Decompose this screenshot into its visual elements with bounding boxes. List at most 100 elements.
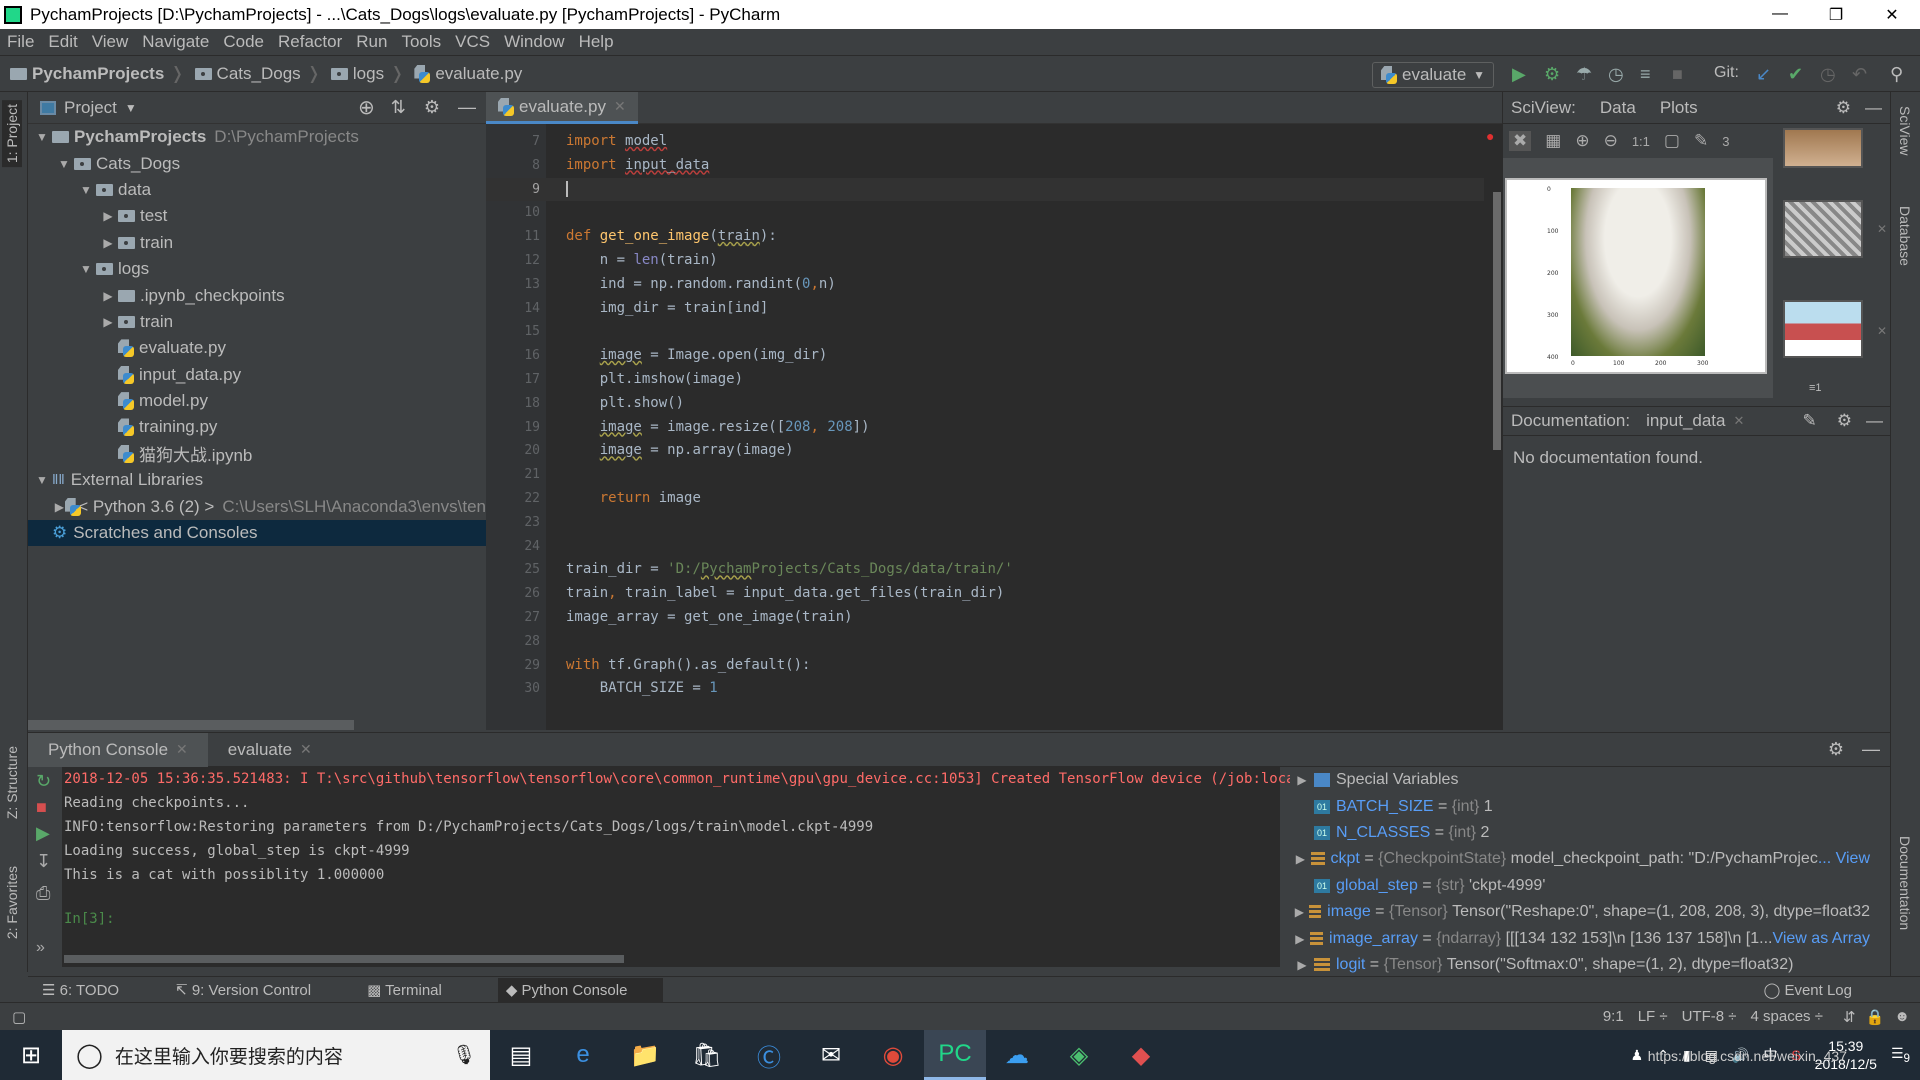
tool-tab-database[interactable]: Database: [1895, 202, 1915, 270]
profile-icon[interactable]: ◷: [1608, 64, 1624, 85]
git-app-icon[interactable]: ◆: [1110, 1030, 1172, 1080]
tree-item[interactable]: ⚙ Scratches and Consoles: [28, 519, 486, 547]
variable-row[interactable]: 01 N_CLASSES = {int} 2: [1290, 820, 1870, 846]
darcula-icon[interactable]: ▢: [1664, 131, 1680, 151]
tree-item[interactable]: ▼ data: [28, 177, 486, 203]
code-line[interactable]: 23: [486, 511, 1502, 535]
menu-help[interactable]: Help: [579, 32, 614, 52]
code-line[interactable]: 20 image = np.array(image): [486, 439, 1502, 463]
plot-thumbnail-3[interactable]: [1783, 300, 1863, 358]
notification-icon[interactable]: ☰9: [1891, 1045, 1910, 1065]
horizontal-scrollbar[interactable]: [64, 955, 624, 963]
run-icon[interactable]: ▶: [1512, 64, 1526, 85]
plot-thumbnail-1[interactable]: [1783, 128, 1863, 168]
collapsed-arrow-icon[interactable]: ▶: [98, 209, 118, 223]
execute-icon[interactable]: ▶: [36, 823, 50, 844]
file-encoding[interactable]: UTF-8 ÷: [1682, 1008, 1737, 1025]
minimize-button[interactable]: —: [1752, 5, 1808, 25]
panel-toggle-icon[interactable]: ▢: [12, 1008, 26, 1026]
code-line[interactable]: 9: [486, 177, 1502, 202]
indent-setting[interactable]: 4 spaces ÷: [1751, 1008, 1823, 1025]
console-prompt[interactable]: In[3]:: [64, 911, 115, 927]
minimize-panel-icon[interactable]: —: [458, 97, 476, 118]
breadcrumb-item[interactable]: evaluate.py: [414, 64, 522, 84]
git-revert-icon[interactable]: ↶: [1852, 64, 1867, 85]
code-line[interactable]: 10: [486, 201, 1502, 225]
tree-item[interactable]: model.py: [28, 388, 486, 414]
collapsed-arrow-icon[interactable]: ▶: [98, 289, 118, 303]
code-line[interactable]: 21: [486, 463, 1502, 487]
close-thumbnail-icon[interactable]: ✕: [1877, 222, 1887, 236]
console-tab-evaluate[interactable]: evaluate ✕: [208, 733, 332, 767]
store-icon[interactable]: 🛍: [676, 1030, 738, 1080]
menu-tools[interactable]: Tools: [401, 32, 441, 52]
print-icon[interactable]: ⎙: [36, 883, 50, 904]
git-update-icon[interactable]: ↙: [1756, 64, 1771, 85]
expanded-arrow-icon[interactable]: ▼: [54, 157, 74, 171]
menu-window[interactable]: Window: [504, 32, 564, 52]
collapsed-arrow-icon[interactable]: ▶: [98, 236, 118, 250]
menu-view[interactable]: View: [92, 32, 129, 52]
tree-item[interactable]: ▼ logs: [28, 256, 486, 282]
app-l-icon[interactable]: Ⓒ: [738, 1030, 800, 1080]
git-branch-icon[interactable]: ⇵: [1843, 1008, 1856, 1026]
caret-position[interactable]: 9:1: [1603, 1008, 1624, 1025]
rerun-icon[interactable]: ↻: [36, 771, 51, 792]
plot-viewer[interactable]: 0 100 200 300 400 0 100 200 300: [1503, 158, 1773, 398]
breadcrumb-item[interactable]: logs ❭: [330, 64, 404, 84]
editor-scroll-markers[interactable]: ●: [1484, 124, 1502, 730]
gear-icon[interactable]: ⚙: [424, 97, 440, 118]
expanded-arrow-icon[interactable]: ▼: [76, 183, 96, 197]
edge-icon[interactable]: e: [552, 1030, 614, 1080]
editor-tab-evaluate[interactable]: evaluate.py ✕: [486, 92, 638, 124]
code-line[interactable]: 27 image_array = get_one_image(train): [486, 606, 1502, 630]
tool-tab-project[interactable]: 1: Project: [2, 100, 22, 168]
menu-code[interactable]: Code: [223, 32, 264, 52]
tool-terminal[interactable]: ▩ Terminal: [367, 981, 470, 999]
edit-icon[interactable]: ✎: [1803, 411, 1817, 431]
expand-arrow-icon[interactable]: ▶: [1290, 852, 1311, 866]
tool-tab-structure[interactable]: Z: Structure: [2, 742, 22, 823]
sciview-tab-data[interactable]: Data: [1600, 98, 1636, 118]
console-tab-python-console[interactable]: Python Console ✕: [28, 732, 208, 767]
variable-row[interactable]: ▶ Special Variables: [1290, 767, 1870, 793]
tree-item[interactable]: training.py: [28, 414, 486, 440]
expand-arrow-icon[interactable]: ▶: [1290, 932, 1310, 946]
variable-row[interactable]: 01 global_step = {str} 'ckpt-4999': [1290, 873, 1870, 899]
tree-item[interactable]: ▼ Cats_Dogs: [28, 150, 486, 176]
code-line[interactable]: 13 ind = np.random.randint(0,n): [486, 273, 1502, 297]
coverage-icon[interactable]: ☂: [1576, 64, 1592, 85]
microphone-icon[interactable]: 🎙: [452, 1043, 476, 1067]
search-icon[interactable]: ⚲: [1890, 64, 1903, 85]
tree-item[interactable]: ▼ ⅡⅡ External Libraries: [28, 467, 486, 493]
minimize-panel-icon[interactable]: —: [1865, 98, 1882, 118]
actual-size-icon[interactable]: 1:1: [1632, 134, 1650, 149]
menu-vcs[interactable]: VCS: [455, 32, 490, 52]
code-line[interactable]: 30 BATCH_SIZE = 1: [486, 677, 1502, 701]
task-view-icon[interactable]: ▤: [490, 1030, 552, 1080]
error-indicator-icon[interactable]: ●: [1486, 128, 1494, 144]
horizontal-scrollbar[interactable]: [28, 720, 354, 730]
tool-python-console[interactable]: ◆ Python Console: [497, 977, 664, 1002]
code-line[interactable]: 25 train_dir = 'D:/PychamProjects/Cats_Do…: [486, 558, 1502, 582]
tool-tab-favorites[interactable]: 2: Favorites: [2, 862, 22, 943]
console-output[interactable]: ↻ ■ ▶ ↧ ⎙ » 2018-12-05 15:36:35.521483: …: [28, 767, 1345, 967]
more-icon[interactable]: »: [36, 939, 45, 957]
menu-edit[interactable]: Edit: [48, 32, 77, 52]
git-commit-icon[interactable]: ✔: [1788, 64, 1803, 85]
lock-icon[interactable]: 🔒: [1866, 1008, 1885, 1026]
debug-icon[interactable]: ⚙: [1544, 64, 1560, 85]
code-line[interactable]: 8 import input_data: [486, 154, 1502, 178]
green-app-icon[interactable]: ◈: [1048, 1030, 1110, 1080]
tool-tab-sciview[interactable]: SciView: [1895, 102, 1915, 160]
close-button[interactable]: ✕: [1864, 5, 1920, 25]
view-link[interactable]: ... View: [1818, 850, 1870, 868]
code-line[interactable]: 26 train, train_label = input_data.get_fi…: [486, 582, 1502, 606]
tool-todo[interactable]: ☰ 6: TODO: [42, 981, 147, 999]
gear-icon[interactable]: ⚙: [1828, 739, 1844, 760]
breadcrumb-item[interactable]: PychamProjects ❭: [10, 64, 185, 84]
collapsed-arrow-icon[interactable]: ▶: [54, 500, 65, 514]
tree-item[interactable]: ▶ test: [28, 203, 486, 229]
variable-row[interactable]: 01 BATCH_SIZE = {int} 1: [1290, 793, 1870, 819]
close-tab-icon[interactable]: ✕: [614, 98, 626, 115]
